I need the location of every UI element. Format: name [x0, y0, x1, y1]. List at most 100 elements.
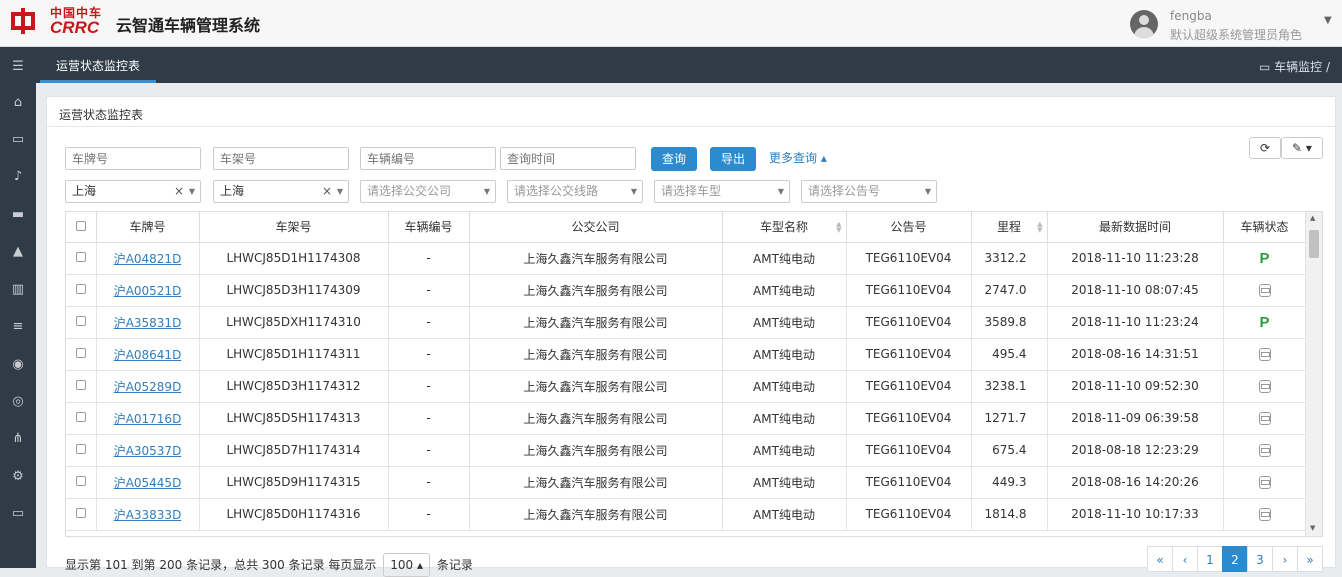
- vehicle-no-cell: -: [388, 242, 470, 275]
- database-icon[interactable]: ◎: [0, 386, 36, 416]
- refresh-button[interactable]: ⟳: [1249, 137, 1281, 159]
- col-notice[interactable]: 公告号: [846, 212, 972, 243]
- select-all-checkbox[interactable]: [66, 212, 97, 243]
- warning-icon[interactable]: ▲: [0, 236, 36, 266]
- line-select[interactable]: 请选择公交线路 ▼: [507, 180, 643, 203]
- col-plate[interactable]: 车牌号: [96, 212, 200, 243]
- vehicle-no-cell: -: [388, 274, 470, 307]
- plate-cell[interactable]: 沪A08641D: [96, 338, 200, 371]
- bus-icon: [1258, 476, 1271, 489]
- col-company[interactable]: 公交公司: [469, 212, 723, 243]
- dashboard-icon[interactable]: ◉: [0, 349, 36, 379]
- col-vehicle-no[interactable]: 车辆编号: [388, 212, 470, 243]
- bell-icon[interactable]: ♪: [0, 161, 36, 191]
- company-cell: 上海久鑫汽车服务有限公司: [469, 306, 723, 339]
- page-button[interactable]: ›: [1272, 546, 1298, 572]
- breadcrumb-item[interactable]: 车辆监控: [1274, 60, 1322, 74]
- monitor-icon[interactable]: ▭: [0, 498, 36, 528]
- frame-input[interactable]: [213, 147, 349, 170]
- table-row[interactable]: 沪A01716D LHWCJ85D5H1174313- 上海久鑫汽车服务有限公司 AM…: [66, 402, 1307, 435]
- row-checkbox[interactable]: [66, 370, 97, 403]
- status-cell: [1223, 274, 1307, 307]
- page-button[interactable]: 2: [1222, 546, 1248, 572]
- city2-select[interactable]: 上海 × ▼: [213, 180, 349, 203]
- row-checkbox[interactable]: [66, 434, 97, 467]
- row-checkbox[interactable]: [66, 466, 97, 499]
- list-icon[interactable]: ≡: [0, 311, 36, 341]
- model-cell: AMT纯电动: [722, 498, 847, 531]
- row-checkbox[interactable]: [66, 306, 97, 339]
- notice-select[interactable]: 请选择公告号 ▼: [801, 180, 937, 203]
- user-name[interactable]: fengba: [1170, 9, 1212, 23]
- chevron-down-icon[interactable]: ▼: [1324, 15, 1332, 26]
- company-select[interactable]: 请选择公交公司 ▼: [360, 180, 496, 203]
- plate-cell[interactable]: 沪A00521D: [96, 274, 200, 307]
- time-cell: 2018-11-09 06:39:58: [1047, 402, 1224, 435]
- plate-cell[interactable]: 沪A05289D: [96, 370, 200, 403]
- home-icon[interactable]: ⌂: [0, 87, 36, 117]
- table-row[interactable]: 沪A33833D LHWCJ85D0H1174316- 上海久鑫汽车服务有限公司 AM…: [66, 498, 1307, 531]
- chart-icon[interactable]: ▥: [0, 274, 36, 304]
- sort-icon[interactable]: ▲ ▼: [1037, 221, 1042, 234]
- tools-button[interactable]: ✎ ▾: [1281, 137, 1323, 159]
- vertical-scrollbar[interactable]: ▲ ▼: [1305, 212, 1322, 536]
- more-query-link[interactable]: 更多查询 ▴: [769, 149, 827, 166]
- gear-icon[interactable]: ⚙: [0, 461, 36, 491]
- model-cell: AMT纯电动: [722, 338, 847, 371]
- mileage-cell: 675.4: [971, 434, 1048, 467]
- table-row[interactable]: 沪A04821D LHWCJ85D1H1174308- 上海久鑫汽车服务有限公司 AM…: [66, 242, 1307, 275]
- row-checkbox[interactable]: [66, 498, 97, 531]
- mileage-cell: 495.4: [971, 338, 1048, 371]
- model-select[interactable]: 请选择车型 ▼: [654, 180, 790, 203]
- col-time[interactable]: 最新数据时间: [1047, 212, 1224, 243]
- plate-cell[interactable]: 沪A35831D: [96, 306, 200, 339]
- plate-cell[interactable]: 沪A33833D: [96, 498, 200, 531]
- row-checkbox[interactable]: [66, 274, 97, 307]
- col-frame[interactable]: 车架号: [199, 212, 389, 243]
- vehicle-no-cell: -: [388, 370, 470, 403]
- page-button[interactable]: ‹: [1172, 546, 1198, 572]
- query-button[interactable]: 查询: [651, 147, 697, 171]
- page-button[interactable]: 3: [1247, 546, 1273, 572]
- menu-icon[interactable]: ☰: [0, 51, 36, 81]
- tab-operation-status[interactable]: 运营状态监控表: [40, 47, 156, 83]
- table-row[interactable]: 沪A05289D LHWCJ85D3H1174312- 上海久鑫汽车服务有限公司 AM…: [66, 370, 1307, 403]
- export-button[interactable]: 导出: [710, 147, 756, 171]
- row-checkbox[interactable]: [66, 402, 97, 435]
- page-button[interactable]: »: [1297, 546, 1323, 572]
- table-row[interactable]: 沪A08641D LHWCJ85D1H1174311- 上海久鑫汽车服务有限公司 AM…: [66, 338, 1307, 371]
- sort-icon[interactable]: ▲ ▼: [836, 221, 841, 234]
- plate-cell[interactable]: 沪A04821D: [96, 242, 200, 275]
- table-row[interactable]: 沪A05445D LHWCJ85D9H1174315- 上海久鑫汽车服务有限公司 AM…: [66, 466, 1307, 499]
- table-row[interactable]: 沪A35831D LHWCJ85DXH1174310- 上海久鑫汽车服务有限公司 AM…: [66, 306, 1307, 339]
- frame-cell: LHWCJ85D5H1174313: [199, 402, 389, 435]
- sitemap-icon[interactable]: ⋔: [0, 423, 36, 453]
- clear-icon[interactable]: ×: [174, 181, 184, 202]
- col-model[interactable]: 车型名称 ▲ ▼: [722, 212, 847, 243]
- vehicle-no-input[interactable]: [360, 147, 496, 170]
- car-icon[interactable]: ▬: [0, 199, 36, 229]
- col-mileage[interactable]: 里程 ▲ ▼: [971, 212, 1048, 243]
- page-button[interactable]: «: [1147, 546, 1173, 572]
- plate-cell[interactable]: 沪A05445D: [96, 466, 200, 499]
- plate-input[interactable]: [65, 147, 201, 170]
- mileage-cell: 2747.0: [971, 274, 1048, 307]
- plate-cell[interactable]: 沪A30537D: [96, 434, 200, 467]
- model-cell: AMT纯电动: [722, 242, 847, 275]
- query-time-input[interactable]: [500, 147, 636, 170]
- chevron-down-icon: ▼: [924, 187, 931, 196]
- page-size-select[interactable]: 100 ▴: [383, 553, 430, 577]
- clear-icon[interactable]: ×: [322, 181, 332, 202]
- user-avatar[interactable]: [1130, 10, 1158, 38]
- table-row[interactable]: 沪A00521D LHWCJ85D3H1174309- 上海久鑫汽车服务有限公司 AM…: [66, 274, 1307, 307]
- row-checkbox[interactable]: [66, 242, 97, 275]
- laptop-icon[interactable]: ▭: [0, 124, 36, 154]
- bus-icon: [1258, 348, 1271, 361]
- vehicle-no-cell: -: [388, 434, 470, 467]
- col-status[interactable]: 车辆状态: [1223, 212, 1307, 243]
- city-select[interactable]: 上海 × ▼: [65, 180, 201, 203]
- table-row[interactable]: 沪A30537D LHWCJ85D7H1174314- 上海久鑫汽车服务有限公司 AM…: [66, 434, 1307, 467]
- row-checkbox[interactable]: [66, 338, 97, 371]
- plate-cell[interactable]: 沪A01716D: [96, 402, 200, 435]
- page-button[interactable]: 1: [1197, 546, 1223, 572]
